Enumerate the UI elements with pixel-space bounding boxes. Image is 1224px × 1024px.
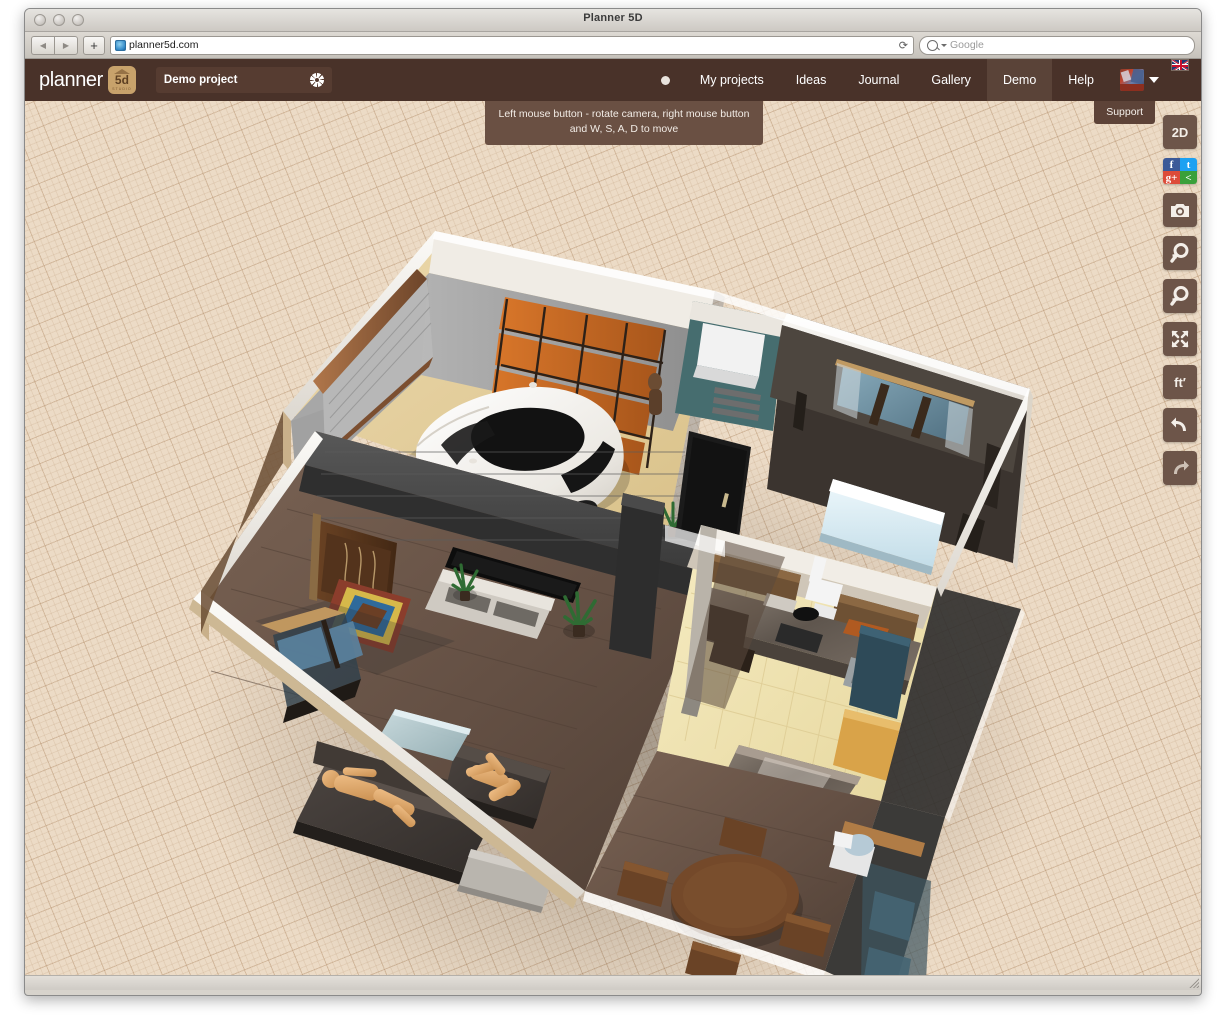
window-bottom-bar bbox=[25, 975, 1201, 990]
units-button[interactable]: ft′ bbox=[1163, 365, 1197, 399]
search-icon bbox=[927, 40, 938, 51]
new-tab-button[interactable]: + bbox=[83, 36, 105, 55]
project-selector[interactable]: Demo project bbox=[156, 67, 332, 93]
nav-item-help[interactable]: Help bbox=[1052, 59, 1110, 101]
planner5d-logo[interactable]: planner 5d STUDIO bbox=[39, 66, 136, 94]
address-bar[interactable]: planner5d.com ⟳ bbox=[110, 36, 914, 55]
status-dot-button[interactable] bbox=[647, 59, 684, 101]
zoom-out-button[interactable] bbox=[1163, 279, 1197, 313]
search-placeholder: Google bbox=[950, 39, 984, 51]
nav-item-gallery[interactable]: Gallery bbox=[915, 59, 987, 101]
redo-button[interactable] bbox=[1163, 451, 1197, 485]
social-share-group[interactable]: f t g+ < bbox=[1163, 158, 1197, 184]
undo-arrow-icon bbox=[1170, 416, 1190, 434]
gear-icon[interactable] bbox=[310, 73, 324, 87]
browser-titlebar: Planner 5D bbox=[25, 9, 1201, 32]
nav-item-my-projects[interactable]: My projects bbox=[684, 59, 780, 101]
house-roof-icon bbox=[114, 69, 130, 74]
browser-window: Planner 5D ◀ ▶ + planner5d.com ⟳ Google … bbox=[24, 8, 1202, 996]
avatar[interactable] bbox=[1120, 69, 1144, 91]
app-header: planner 5d STUDIO Demo project My projec… bbox=[25, 59, 1201, 101]
magnifier-minus-icon bbox=[1169, 285, 1191, 307]
undo-button[interactable] bbox=[1163, 408, 1197, 442]
window-title: Planner 5D bbox=[25, 12, 1201, 24]
main-navigation: My projects Ideas Journal Gallery Demo H… bbox=[647, 59, 1201, 101]
zoom-in-button[interactable] bbox=[1163, 236, 1197, 270]
logo-badge-subtext: STUDIO bbox=[112, 87, 132, 91]
nav-item-journal[interactable]: Journal bbox=[842, 59, 915, 101]
forward-button[interactable]: ▶ bbox=[54, 36, 78, 55]
nav-item-demo[interactable]: Demo bbox=[987, 59, 1052, 101]
magnifier-plus-icon bbox=[1169, 242, 1191, 264]
project-name-label: Demo project bbox=[164, 74, 238, 86]
uk-flag-icon[interactable] bbox=[1171, 59, 1189, 71]
snapshot-button[interactable] bbox=[1163, 193, 1197, 227]
avatar-shape-3 bbox=[1120, 84, 1144, 91]
user-menu[interactable] bbox=[1110, 59, 1165, 101]
chevron-down-icon[interactable] bbox=[1149, 77, 1159, 83]
redo-arrow-icon bbox=[1170, 459, 1190, 477]
fullscreen-arrows-icon bbox=[1170, 329, 1190, 349]
back-button[interactable]: ◀ bbox=[31, 36, 54, 55]
page-content: planner 5d STUDIO Demo project My projec… bbox=[25, 59, 1201, 990]
site-favicon-icon bbox=[115, 40, 126, 51]
circle-icon bbox=[661, 76, 670, 85]
viewport-3d[interactable]: Left mouse button - rotate camera, right… bbox=[25, 101, 1201, 990]
floorplan-3d-render[interactable] bbox=[25, 101, 1201, 990]
generic-share-button[interactable]: < bbox=[1180, 171, 1197, 184]
fullscreen-button[interactable] bbox=[1163, 322, 1197, 356]
support-tab[interactable]: Support bbox=[1094, 101, 1155, 124]
avatar-shape-2 bbox=[1131, 69, 1144, 84]
logo-wordmark: planner bbox=[39, 69, 103, 92]
reload-icon[interactable]: ⟳ bbox=[899, 39, 908, 52]
search-engine-chevron-icon[interactable] bbox=[941, 44, 947, 47]
resize-grip[interactable] bbox=[1188, 977, 1199, 988]
camera-icon bbox=[1170, 202, 1190, 218]
twitter-share-button[interactable]: t bbox=[1180, 158, 1197, 171]
camera-hint-tooltip: Left mouse button - rotate camera, right… bbox=[485, 101, 763, 145]
browser-toolbar: ◀ ▶ + planner5d.com ⟳ Google bbox=[25, 32, 1201, 59]
avatar-shape-1 bbox=[1121, 70, 1132, 82]
desktop-backdrop: Planner 5D ◀ ▶ + planner5d.com ⟳ Google … bbox=[0, 0, 1224, 1024]
nav-item-ideas[interactable]: Ideas bbox=[780, 59, 843, 101]
url-text: planner5d.com bbox=[129, 39, 198, 51]
logo-badge-text: 5d bbox=[115, 74, 129, 86]
facebook-share-button[interactable]: f bbox=[1163, 158, 1180, 171]
scene-svg bbox=[25, 101, 1201, 990]
nav-buttons[interactable]: ◀ ▶ bbox=[31, 36, 78, 55]
viewport-toolbar: 2D f t g+ < bbox=[1159, 115, 1201, 485]
search-input[interactable]: Google bbox=[919, 36, 1195, 55]
2d-view-button[interactable]: 2D bbox=[1163, 115, 1197, 149]
logo-badge-icon: 5d STUDIO bbox=[108, 66, 136, 94]
google-plus-share-button[interactable]: g+ bbox=[1163, 171, 1180, 184]
